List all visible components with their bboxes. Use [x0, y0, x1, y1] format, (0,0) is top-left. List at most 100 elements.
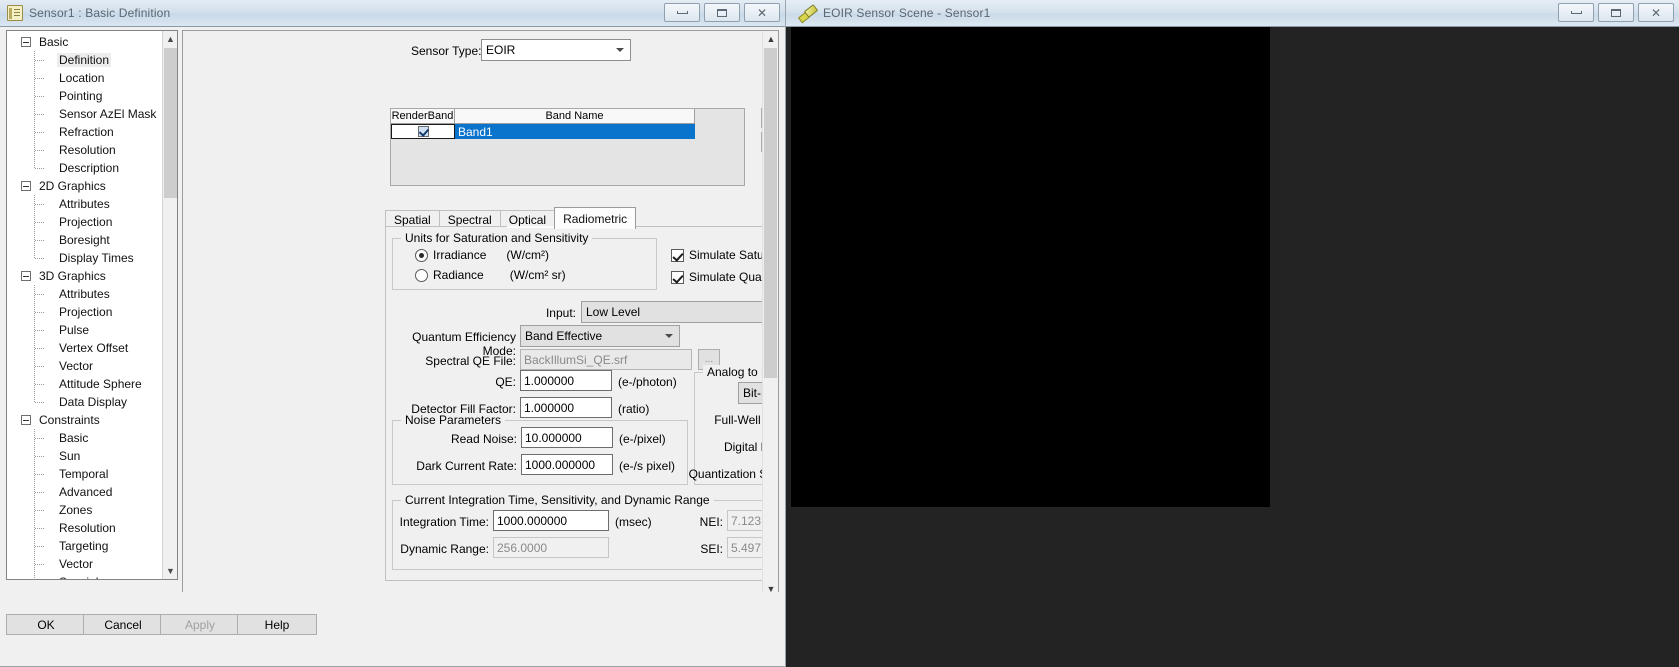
tree-item-display-times[interactable]: Display Times	[7, 249, 162, 267]
tree-item-pulse[interactable]: Pulse	[7, 321, 162, 339]
tree-item-boresight[interactable]: Boresight	[7, 231, 162, 249]
nei-label: NEI:	[699, 515, 723, 529]
bandname-cell[interactable]: Band1	[455, 124, 695, 139]
tree-item-label: Definition	[57, 53, 112, 67]
band-table[interactable]: RenderBand Band Name Band1	[390, 108, 745, 186]
qe-mode-value[interactable]: Band Effective	[520, 325, 680, 347]
tree-item-attributes[interactable]: Attributes	[7, 285, 162, 303]
tree-item-resolution[interactable]: Resolution	[7, 141, 162, 159]
units-group-caption: Units for Saturation and Sensitivity	[401, 231, 593, 245]
cancel-button[interactable]: Cancel	[83, 614, 163, 635]
tree-item-label: Vector	[59, 557, 94, 571]
adc-mode-value[interactable]: Bit-Depth And QSS	[738, 382, 762, 404]
tree-item-location[interactable]: Location	[7, 69, 162, 87]
fill-factor-unit: (ratio)	[618, 402, 650, 416]
tree-item-vertex-offset[interactable]: Vertex Offset	[7, 339, 162, 357]
simulate-saturation-checkbox[interactable]	[671, 248, 684, 262]
tree-item-advanced[interactable]: Advanced	[7, 483, 162, 501]
integration-time-input[interactable]	[493, 510, 609, 531]
right-window-title: EOIR Sensor Scene - Sensor1	[823, 6, 991, 20]
tree-item-label: Pointing	[59, 89, 103, 103]
form-vscroll-thumb[interactable]	[764, 48, 777, 378]
tree-item-3d-graphics[interactable]: 3D Graphics	[7, 267, 162, 285]
tree-item-label: 2D Graphics	[39, 179, 106, 193]
tree-item-projection[interactable]: Projection	[7, 213, 162, 231]
renderband-checkbox[interactable]	[417, 126, 429, 137]
left-window-titlebar[interactable]: Sensor1 : Basic Definition ✕	[0, 0, 785, 27]
fill-factor-input[interactable]	[520, 397, 612, 418]
tree-item-sun[interactable]: Sun	[7, 447, 162, 465]
minimize-button[interactable]	[664, 3, 700, 22]
tree-item-constraints[interactable]: Constraints	[7, 411, 162, 429]
simulate-quantization-checkbox[interactable]	[671, 270, 684, 284]
tree-item-definition[interactable]: Definition	[7, 51, 162, 69]
scroll-up-icon[interactable]: ▲	[763, 31, 778, 47]
ok-button[interactable]: OK	[6, 614, 86, 635]
table-row[interactable]: Band1	[391, 124, 744, 139]
scroll-up-icon[interactable]: ▲	[163, 31, 177, 47]
adc-mode-combobox[interactable]: Bit-Depth And QSS	[738, 382, 762, 404]
expander-minus-icon[interactable]	[21, 181, 31, 191]
tree-item-basic[interactable]: Basic	[7, 429, 162, 447]
help-button[interactable]: Help	[237, 614, 317, 635]
units-group: Units for Saturation and Sensitivity Irr…	[392, 231, 657, 290]
simulate-saturation-row[interactable]: Simulate Saturation	[671, 248, 762, 262]
sensor-type-combobox[interactable]: EOIR	[481, 39, 631, 61]
maximize-button[interactable]	[704, 3, 740, 22]
tree-item-attitude-sphere[interactable]: Attitude Sphere	[7, 375, 162, 393]
navigation-tree[interactable]: Basic Definition Location Pointing Sensor Az…	[6, 30, 178, 580]
adc-group: Analog to Digital Conversion Bit-Depth A…	[689, 365, 762, 485]
tree-scroll-thumb[interactable]	[164, 48, 177, 198]
tree-item-label: Temporal	[59, 467, 109, 481]
irradiance-radio[interactable]	[415, 248, 428, 262]
sensor-scene-viewport[interactable]	[791, 27, 1270, 507]
expander-minus-icon[interactable]	[21, 37, 31, 47]
form-vertical-scrollbar[interactable]: ▲ ▼	[762, 31, 778, 597]
minimize-button[interactable]	[1558, 3, 1594, 22]
scroll-down-icon[interactable]: ▼	[163, 563, 177, 579]
expander-minus-icon[interactable]	[21, 271, 31, 281]
tree-item-projection[interactable]: Projection	[7, 303, 162, 321]
tree-item-special[interactable]: Special	[7, 573, 162, 579]
renderband-checkbox-cell[interactable]	[391, 124, 455, 139]
sensor-type-label: Sensor Type:	[411, 44, 482, 58]
tree-item-description[interactable]: Description	[7, 159, 162, 177]
close-button[interactable]: ✕	[744, 3, 780, 22]
tree-item-targeting[interactable]: Targeting	[7, 537, 162, 555]
tree-item-resolution[interactable]: Resolution	[7, 519, 162, 537]
tree-item-basic[interactable]: Basic	[7, 33, 162, 51]
tree-item-data-display[interactable]: Data Display	[7, 393, 162, 411]
radiance-label: Radiance	[433, 268, 484, 282]
right-window-controls: ✕	[1558, 3, 1674, 22]
tree-item-vector[interactable]: Vector	[7, 555, 162, 573]
input-value[interactable]: Low Level	[581, 301, 762, 323]
tree-vertical-scrollbar[interactable]: ▲ ▼	[162, 31, 177, 579]
tree-item-refraction[interactable]: Refraction	[7, 123, 162, 141]
tree-item-temporal[interactable]: Temporal	[7, 465, 162, 483]
right-window-titlebar[interactable]: EOIR Sensor Scene - Sensor1 ✕	[786, 0, 1679, 27]
tree-item-pointing[interactable]: Pointing	[7, 87, 162, 105]
tree-item-zones[interactable]: Zones	[7, 501, 162, 519]
definition-form-pane: Sensor Type: EOIR RenderBand Band Name B…	[182, 30, 779, 614]
qe-input[interactable]	[520, 370, 612, 391]
bit-depth-label: Digital Bit-Depth:	[723, 440, 762, 454]
dark-current-input[interactable]	[521, 454, 613, 475]
radiance-radio[interactable]	[415, 268, 428, 282]
close-button[interactable]: ✕	[1638, 3, 1674, 22]
left-window-controls: ✕	[664, 3, 780, 22]
input-combobox[interactable]: Low Level	[581, 301, 762, 323]
column-header-bandname: Band Name	[455, 109, 695, 124]
spectral-qe-file-field: BackIllumSi_QE.srf	[520, 349, 692, 370]
tree-item-attributes[interactable]: Attributes	[7, 195, 162, 213]
tree-item-label: Sun	[59, 449, 81, 463]
read-noise-input[interactable]	[521, 427, 613, 448]
tree-item-vector[interactable]: Vector	[7, 357, 162, 375]
sensor-type-value[interactable]: EOIR	[481, 39, 631, 61]
expander-minus-icon[interactable]	[21, 415, 31, 425]
tab-radiometric[interactable]: Radiometric	[554, 207, 637, 229]
simulate-quantization-row[interactable]: Simulate Quantization	[671, 270, 762, 284]
maximize-button[interactable]	[1598, 3, 1634, 22]
tree-item-2d-graphics[interactable]: 2D Graphics	[7, 177, 162, 195]
qe-mode-combobox[interactable]: Band Effective	[520, 325, 680, 347]
tree-item-sensor-azel-mask[interactable]: Sensor AzEl Mask	[7, 105, 162, 123]
